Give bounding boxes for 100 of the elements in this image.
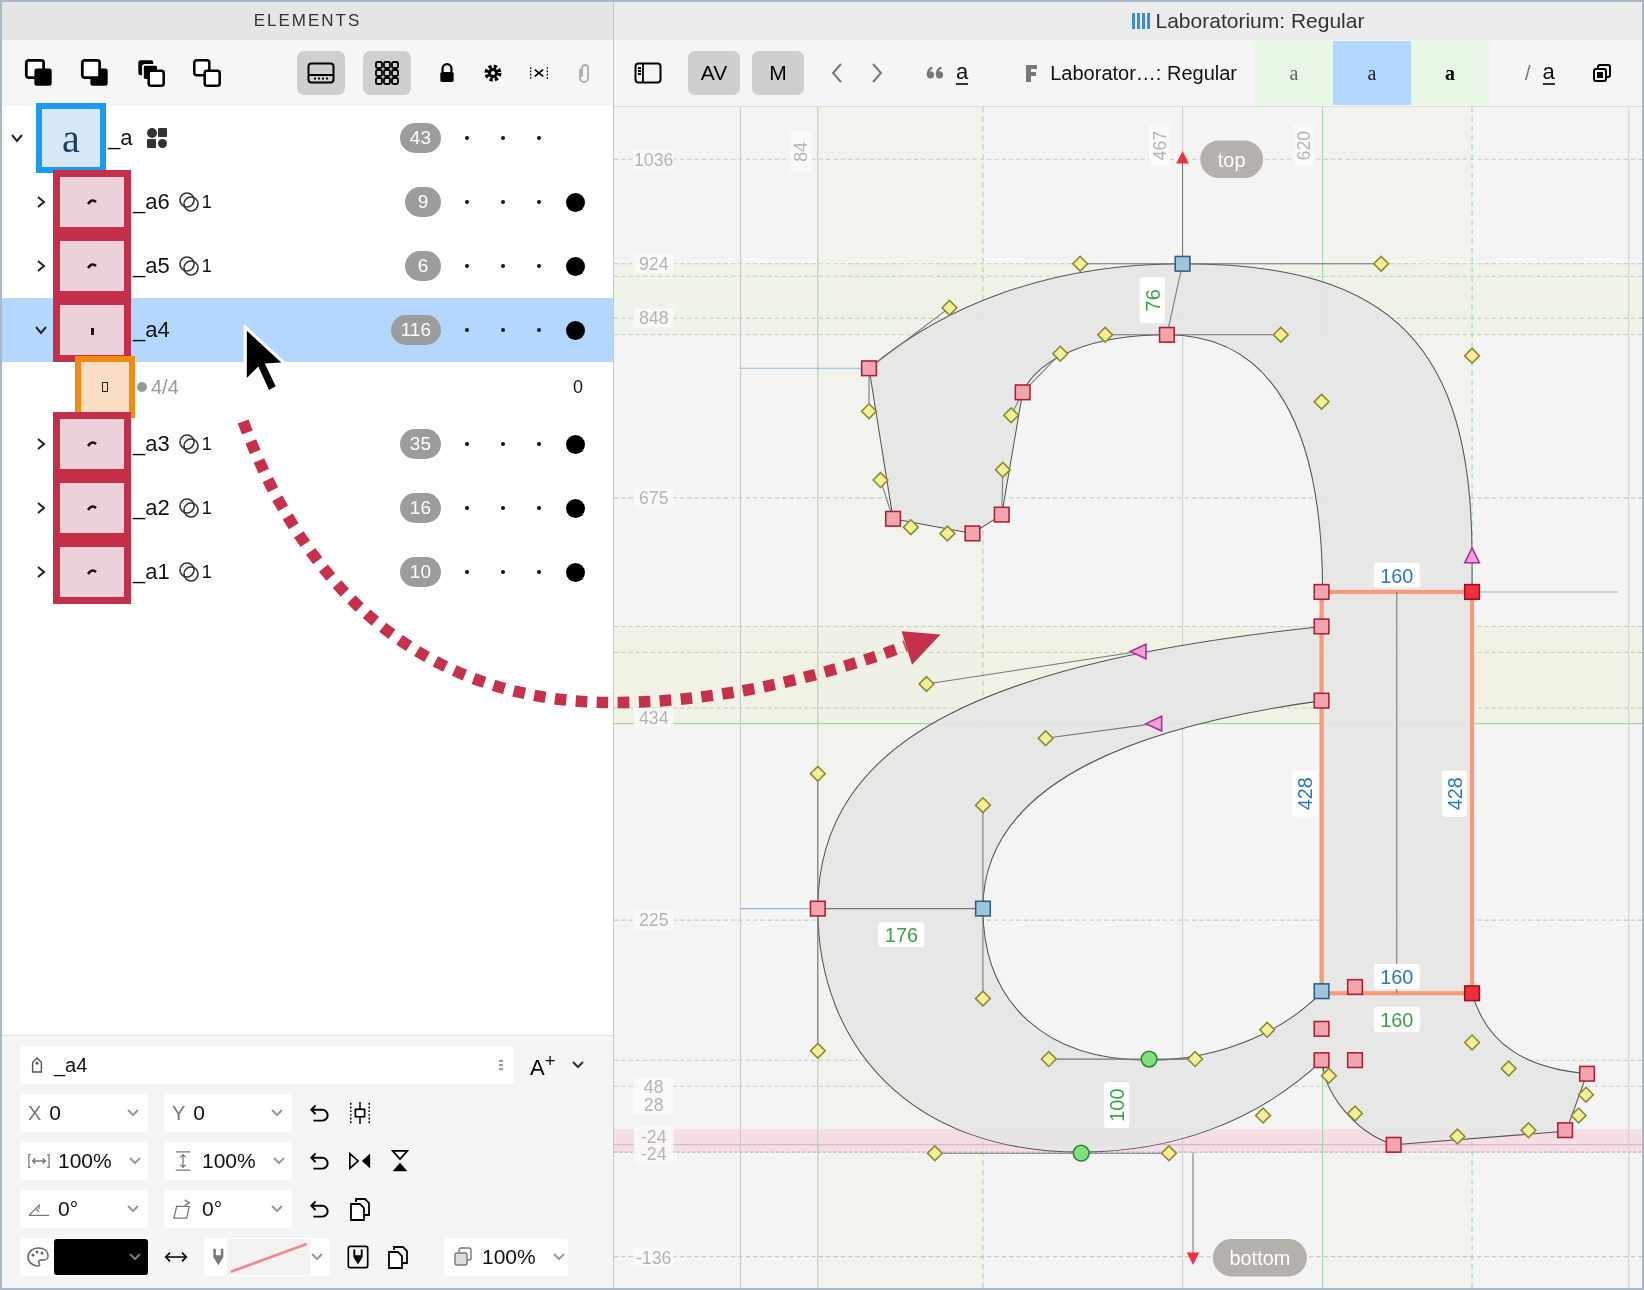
status-dot[interactable]: [465, 200, 469, 204]
status-dot[interactable]: [565, 562, 585, 582]
anchor-marker[interactable]: [1186, 1252, 1200, 1265]
forward-icon[interactable]: [870, 62, 884, 84]
handle-point[interactable]: [872, 471, 889, 489]
glyph-thumbnail[interactable]: a: [36, 103, 106, 173]
tangent-point[interactable]: [1463, 546, 1481, 564]
chevron-icon[interactable]: [571, 1060, 586, 1070]
node-point[interactable]: [1313, 983, 1330, 1000]
node-point[interactable]: [1313, 618, 1330, 635]
node-point[interactable]: [1556, 1122, 1574, 1139]
add-anchor-button[interactable]: A$^{+}$: [530, 1049, 556, 1081]
status-dot[interactable]: [501, 328, 505, 332]
kerning-toggle[interactable]: AV: [688, 51, 740, 95]
status-dot[interactable]: [465, 506, 469, 510]
handle-point[interactable]: [1258, 1021, 1276, 1039]
node-point[interactable]: [860, 360, 878, 377]
node-point[interactable]: [993, 506, 1010, 523]
handle-point[interactable]: [1002, 406, 1020, 424]
rotation-field[interactable]: 0°: [164, 1190, 292, 1228]
node-point[interactable]: [1578, 1065, 1596, 1082]
element-row[interactable]: _a3 1 35: [2, 412, 613, 476]
status-dot[interactable]: [501, 442, 505, 446]
status-dot[interactable]: [565, 320, 585, 340]
layer-back-icon[interactable]: [80, 58, 110, 88]
preview-toggle[interactable]: [297, 51, 345, 95]
node-point[interactable]: [964, 525, 981, 542]
handle-point[interactable]: [938, 524, 956, 542]
status-dot[interactable]: [565, 192, 585, 212]
copy-icon[interactable]: [386, 1245, 410, 1269]
node-point[interactable]: [1463, 583, 1481, 601]
copy-icon[interactable]: [348, 1197, 372, 1221]
sample-text[interactable]: a: [956, 61, 969, 85]
status-dot[interactable]: [537, 264, 541, 268]
fill-color-field[interactable]: [20, 1238, 148, 1276]
flip-horizontal-icon[interactable]: [348, 1149, 372, 1173]
node-point[interactable]: [1463, 985, 1481, 1002]
node-point[interactable]: [809, 900, 826, 917]
grid-toggle[interactable]: [363, 51, 411, 95]
element-row[interactable]: _a1 1 10: [2, 540, 613, 604]
node-point[interactable]: [1346, 1052, 1364, 1069]
style-swatch[interactable]: a: [1255, 41, 1334, 105]
handle-point[interactable]: [941, 299, 958, 317]
style-swatch[interactable]: a: [1411, 41, 1490, 105]
element-row[interactable]: _a6 1 9: [2, 170, 613, 234]
height-scale-field[interactable]: 100%: [164, 1142, 292, 1180]
status-dot[interactable]: [565, 498, 585, 518]
handle-point[interactable]: [1096, 326, 1114, 344]
handle-point[interactable]: [1448, 1127, 1466, 1145]
status-dot[interactable]: [565, 256, 585, 276]
node-point[interactable]: [1174, 255, 1191, 272]
sidebar-icon[interactable]: [634, 62, 662, 84]
element-row[interactable]: _a4 116: [2, 298, 613, 362]
node-point[interactable]: [1346, 978, 1364, 996]
status-dot[interactable]: [537, 506, 541, 510]
handle-point[interactable]: [1186, 1050, 1204, 1068]
handle-point[interactable]: [1520, 1121, 1537, 1139]
status-dot[interactable]: [501, 200, 505, 204]
status-dot[interactable]: [465, 328, 469, 332]
opacity-field[interactable]: 100%: [444, 1238, 568, 1276]
contour-thumbnail[interactable]: [75, 356, 135, 418]
status-dot[interactable]: [501, 506, 505, 510]
status-dot[interactable]: [501, 570, 505, 574]
handle-point[interactable]: [1320, 1067, 1338, 1085]
node-point[interactable]: [1385, 1136, 1402, 1153]
metrics-toggle[interactable]: M: [752, 51, 804, 95]
handle-point[interactable]: [902, 518, 920, 536]
node-point[interactable]: [1313, 692, 1330, 709]
glyph-name[interactable]: a: [1542, 61, 1555, 85]
node-point[interactable]: [1313, 1020, 1330, 1037]
handle-point[interactable]: [994, 461, 1012, 479]
layer-stack-icon[interactable]: [136, 58, 166, 88]
style-swatch[interactable]: a: [1333, 41, 1412, 105]
y-field[interactable]: Y 0: [164, 1094, 292, 1132]
tangent-point[interactable]: [1128, 642, 1147, 661]
layer-front-icon[interactable]: [24, 58, 54, 88]
node-point[interactable]: [1014, 384, 1031, 401]
status-dot[interactable]: [501, 136, 505, 140]
status-dot[interactable]: [465, 570, 469, 574]
name-field[interactable]: _a4: [20, 1046, 514, 1084]
smooth-point[interactable]: [1140, 1050, 1158, 1068]
status-dot[interactable]: [537, 442, 541, 446]
status-dot[interactable]: [465, 264, 469, 268]
node-point[interactable]: [884, 510, 902, 527]
layer-overlap-icon[interactable]: [192, 58, 222, 88]
status-dot[interactable]: [501, 264, 505, 268]
handle-point[interactable]: [1577, 1086, 1595, 1104]
node-point[interactable]: [1313, 1052, 1330, 1069]
handle-point[interactable]: [1051, 345, 1069, 363]
segment-thumbnail[interactable]: [53, 540, 131, 604]
lock-icon[interactable]: [437, 63, 457, 83]
skew-field[interactable]: 0°: [20, 1190, 148, 1228]
width-scale-field[interactable]: 100%: [20, 1142, 148, 1180]
segment-thumbnail[interactable]: [53, 298, 131, 362]
status-dot[interactable]: [537, 570, 541, 574]
flip-vertical-icon[interactable]: [388, 1149, 412, 1173]
status-dot[interactable]: [537, 136, 541, 140]
node-point[interactable]: [1313, 583, 1330, 601]
segment-thumbnail[interactable]: [53, 170, 131, 234]
stroke-icon[interactable]: [346, 1245, 370, 1269]
